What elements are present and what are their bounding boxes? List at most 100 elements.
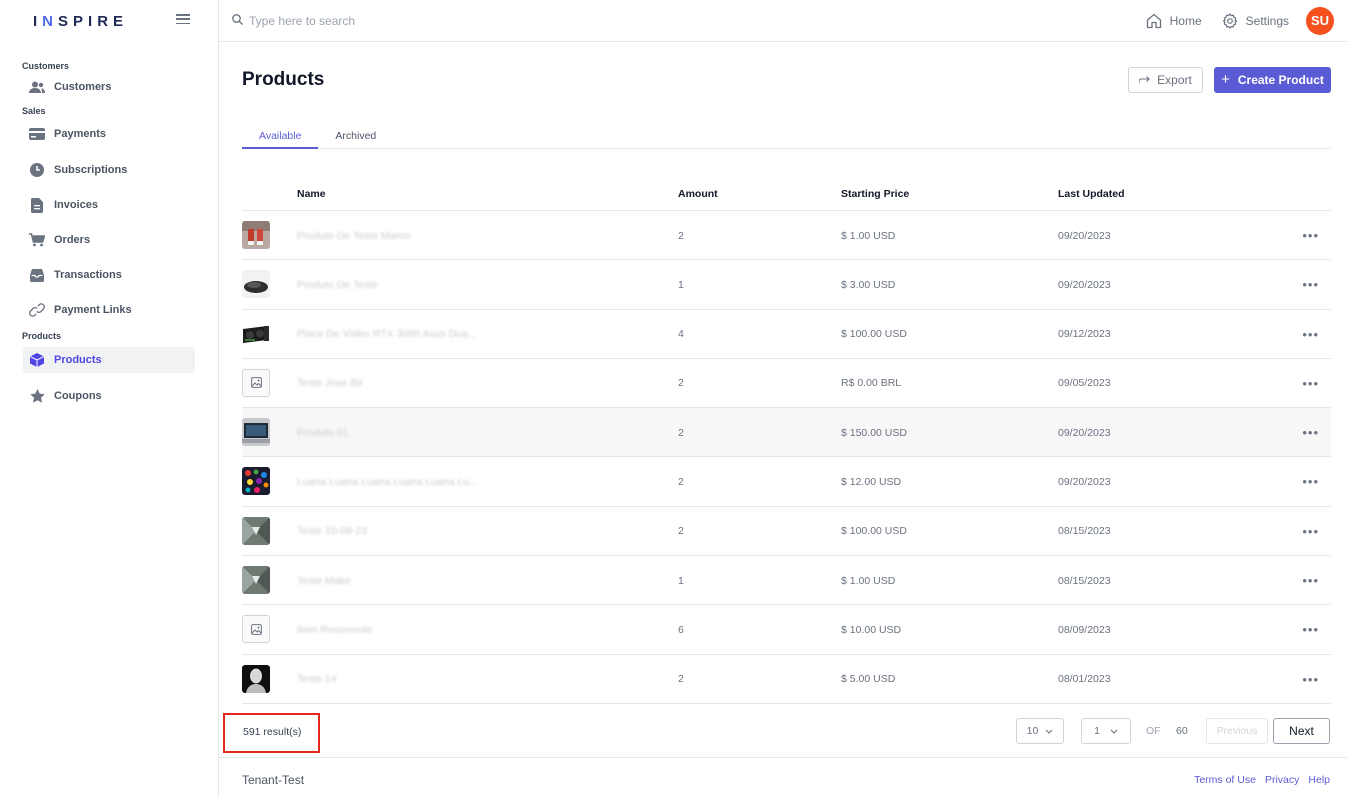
product-name[interactable]: Item Recorrente [297, 605, 372, 654]
sidebar: INSPIRE Customers Customers Sales Paymen… [0, 0, 219, 798]
sidebar-item-subscriptions[interactable]: Subscriptions [23, 157, 195, 183]
settings-link[interactable]: Settings [1222, 12, 1289, 29]
product-price: $ 150.00 USD [841, 426, 907, 439]
table-row[interactable]: Produto De Teste 1 $ 3.00 USD 09/20/2023… [242, 260, 1331, 310]
page-select[interactable]: 1 [1081, 718, 1131, 744]
home-link[interactable]: Home [1146, 13, 1202, 29]
menu-icon[interactable] [176, 14, 190, 24]
footer: Tenant-Test Terms of Use Privacy Help [219, 757, 1347, 798]
more-actions-icon[interactable]: ••• [1302, 310, 1319, 359]
tab-archived[interactable]: Archived [318, 124, 393, 149]
product-amount: 1 [678, 278, 684, 291]
tenant-name: Tenant-Test [242, 773, 305, 787]
section-label-sales: Sales [22, 106, 46, 116]
product-amount: 1 [678, 574, 684, 587]
footer-links: Terms of Use Privacy Help [1194, 774, 1330, 786]
privacy-link[interactable]: Privacy [1265, 774, 1299, 786]
sidebar-item-orders[interactable]: Orders [23, 227, 195, 253]
table-row[interactable]: Item Recorrente 6 $ 10.00 USD 08/09/2023… [242, 605, 1331, 655]
product-amount: 6 [678, 623, 684, 636]
product-name[interactable]: Teste 15-08-23 [297, 507, 367, 556]
column-header-last-updated[interactable]: Last Updated [1058, 188, 1125, 200]
sidebar-item-label: Payment Links [54, 304, 132, 316]
sidebar-item-coupons[interactable]: Coupons [23, 383, 195, 409]
topbar: Home Settings SU [219, 0, 1347, 42]
create-product-button[interactable]: + Create Product [1214, 67, 1331, 93]
product-updated: 09/12/2023 [1058, 328, 1111, 341]
product-name[interactable]: Produto De Teste Marco [297, 211, 410, 260]
sidebar-item-label: Payments [54, 128, 106, 140]
colorful-image [242, 467, 270, 496]
column-header-name[interactable]: Name [297, 188, 326, 200]
column-header-starting-price[interactable]: Starting Price [841, 188, 909, 200]
product-amount: 2 [678, 673, 684, 686]
more-actions-icon[interactable]: ••• [1302, 507, 1319, 556]
sidebar-item-products[interactable]: Products [23, 347, 195, 373]
products-table-body: Produto De Teste Marco 2 $ 1.00 USD 09/2… [242, 211, 1331, 704]
product-updated: 09/20/2023 [1058, 278, 1111, 291]
sidebar-item-payments[interactable]: Payments [23, 121, 195, 147]
gear-icon [1222, 12, 1237, 29]
terms-link[interactable]: Terms of Use [1194, 774, 1256, 786]
more-actions-icon[interactable]: ••• [1302, 556, 1319, 605]
table-row[interactable]: Teste Make 1 $ 1.00 USD 08/15/2023 ••• [242, 556, 1331, 606]
search-bar [219, 13, 1146, 28]
product-name[interactable]: Teste Jose Bit [297, 359, 362, 408]
product-updated: 08/01/2023 [1058, 673, 1111, 686]
more-actions-icon[interactable]: ••• [1302, 211, 1319, 260]
table-header: Name Amount Starting Price Last Updated [242, 182, 1331, 211]
table-row[interactable]: Produto De Teste Marco 2 $ 1.00 USD 09/2… [242, 211, 1331, 261]
more-actions-icon[interactable]: ••• [1302, 655, 1319, 704]
sidebar-item-customers[interactable]: Customers [23, 74, 195, 100]
table-row[interactable]: Placa De Vídeo RTX 3080 Asus Dua... 4 $ … [242, 310, 1331, 359]
product-name[interactable]: Teste 14 [297, 655, 337, 704]
sidebar-item-payment-links[interactable]: Payment Links [23, 297, 195, 323]
product-name[interactable]: Luana Luana Luana Luana Luana Lu... [297, 457, 478, 506]
table-row[interactable]: Luana Luana Luana Luana Luana Lu... 2 $ … [242, 457, 1331, 507]
more-actions-icon[interactable]: ••• [1302, 605, 1319, 654]
sidebar-item-label: Customers [54, 81, 112, 93]
more-actions-icon[interactable]: ••• [1302, 408, 1319, 457]
product-price: $ 1.00 USD [841, 229, 896, 242]
sidebar-item-label: Transactions [54, 269, 122, 281]
avatar[interactable]: SU [1306, 6, 1334, 35]
help-link[interactable]: Help [1308, 774, 1330, 786]
tab-available[interactable]: Available [242, 124, 319, 149]
more-actions-icon[interactable]: ••• [1302, 457, 1319, 506]
abstract-image [242, 566, 270, 595]
sidebar-item-invoices[interactable]: Invoices [23, 192, 195, 218]
product-name[interactable]: Placa De Vídeo RTX 3080 Asus Dua... [297, 310, 477, 359]
product-amount: 2 [678, 377, 684, 390]
logo-row: INSPIRE [0, 0, 218, 42]
page-size-select[interactable]: 10 [1016, 718, 1064, 744]
product-amount: 2 [678, 426, 684, 439]
previous-button[interactable]: Previous [1206, 718, 1268, 744]
laptop-image [242, 418, 270, 447]
export-button[interactable]: Export [1128, 67, 1203, 93]
product-name[interactable]: Teste Make [297, 556, 351, 605]
cart-icon [29, 232, 45, 248]
link-icon [29, 302, 45, 318]
table-row[interactable]: Teste 15-08-23 2 $ 100.00 USD 08/15/2023… [242, 507, 1331, 557]
table-row[interactable]: Teste 14 2 $ 5.00 USD 08/01/2023 ••• [242, 655, 1331, 704]
logo-accent: N [42, 12, 59, 30]
more-actions-icon[interactable]: ••• [1302, 260, 1319, 309]
search-input[interactable] [249, 13, 549, 28]
logo-text: I [33, 12, 43, 30]
more-actions-icon[interactable]: ••• [1302, 359, 1319, 408]
plus-icon: + [1221, 71, 1230, 88]
sidebar-item-transactions[interactable]: Transactions [23, 262, 195, 288]
abstract-image [242, 516, 270, 545]
brand-logo[interactable]: INSPIRE [33, 13, 128, 30]
product-name[interactable]: Produto 01 [297, 408, 348, 457]
cube-icon [29, 352, 45, 368]
table-row[interactable]: Produto 01 2 $ 150.00 USD 09/20/2023 ••• [242, 408, 1331, 458]
column-header-amount[interactable]: Amount [678, 188, 718, 200]
arrow-right-icon [1139, 75, 1150, 83]
star-icon [29, 388, 45, 404]
table-row[interactable]: Teste Jose Bit 2 R$ 0.00 BRL 09/05/2023 … [242, 359, 1331, 409]
chevron-down-icon [1045, 729, 1053, 734]
image-placeholder-icon [242, 368, 270, 397]
product-name[interactable]: Produto De Teste [297, 260, 378, 309]
next-button[interactable]: Next [1273, 718, 1330, 744]
